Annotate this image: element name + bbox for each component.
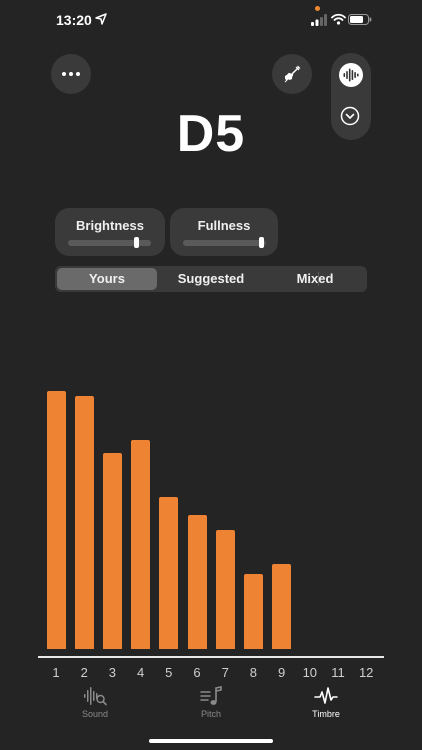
brightness-thumb[interactable] [134,237,140,248]
waveform-search-icon [84,687,107,706]
ellipsis-icon [62,72,80,76]
violin-tuner-icon [284,65,301,83]
fullness-label: Fullness [197,218,251,233]
tab-pitch-label: Pitch [200,709,221,719]
harmonic-tick-label: 11 [331,665,345,680]
music-note-list-icon [200,686,222,705]
tab-timbre-label: Timbre [312,709,340,719]
segment-suggested[interactable]: Suggested [159,268,263,290]
harmonic-bar [187,514,207,649]
listen-button[interactable] [339,63,363,87]
note-name: D5 [176,105,246,163]
wifi-icon [331,13,346,25]
brightness-label: Brightness [76,218,144,233]
harmonic-tick-label: 2 [80,665,88,680]
tab-sound[interactable]: Sound [65,686,125,719]
fullness-thumb[interactable] [258,237,264,248]
harmonic-tick-label: 8 [249,665,257,680]
brightness-slider[interactable]: Brightness [55,208,165,256]
instrument-button[interactable] [272,54,312,94]
status-time: 13:20 [56,12,92,28]
source-segmented-control: Yours Suggested Mixed [55,266,367,292]
harmonic-tick-label: 10 [302,665,318,680]
fullness-track[interactable] [183,240,266,246]
location-arrow-icon [95,13,107,25]
harmonic-tick-label: 9 [277,665,286,680]
harmonic-bar [243,574,263,649]
harmonic-bar [46,391,66,649]
tab-sound-label: Sound [81,709,109,719]
fullness-slider[interactable]: Fullness [170,208,278,256]
signal-icon [311,14,327,26]
privacy-indicator-dot [315,6,320,11]
waveform-icon [343,68,359,82]
harmonic-bar [159,496,179,649]
tab-pitch[interactable]: Pitch [181,686,241,719]
harmonic-tick-label: 5 [165,665,173,680]
tab-timbre[interactable]: Timbre [296,686,356,719]
segment-mixed[interactable]: Mixed [265,268,365,290]
harmonic-bar [272,563,292,649]
harmonic-tick-label: 7 [221,665,229,680]
harmonic-tick-label: 4 [136,665,145,680]
more-button[interactable] [51,54,91,94]
screen: 13:20 D5 Brightness Fullness Yours Sugge… [0,0,422,750]
harmonic-bar [102,452,122,649]
harmonic-tick-label: 1 [52,665,60,680]
harmonic-bar [74,396,94,649]
home-indicator[interactable] [149,739,273,743]
harmonic-tick-label: 12 [358,665,374,680]
harmonic-bar [131,440,151,649]
harmonic-tick-label: 6 [193,665,201,680]
harmonic-tick-label: 3 [108,665,116,680]
pulse-wave-icon [314,687,338,704]
segment-yours[interactable]: Yours [57,268,157,290]
harmonic-bar [215,530,235,649]
chart-baseline [38,656,384,658]
battery-icon [348,14,372,25]
